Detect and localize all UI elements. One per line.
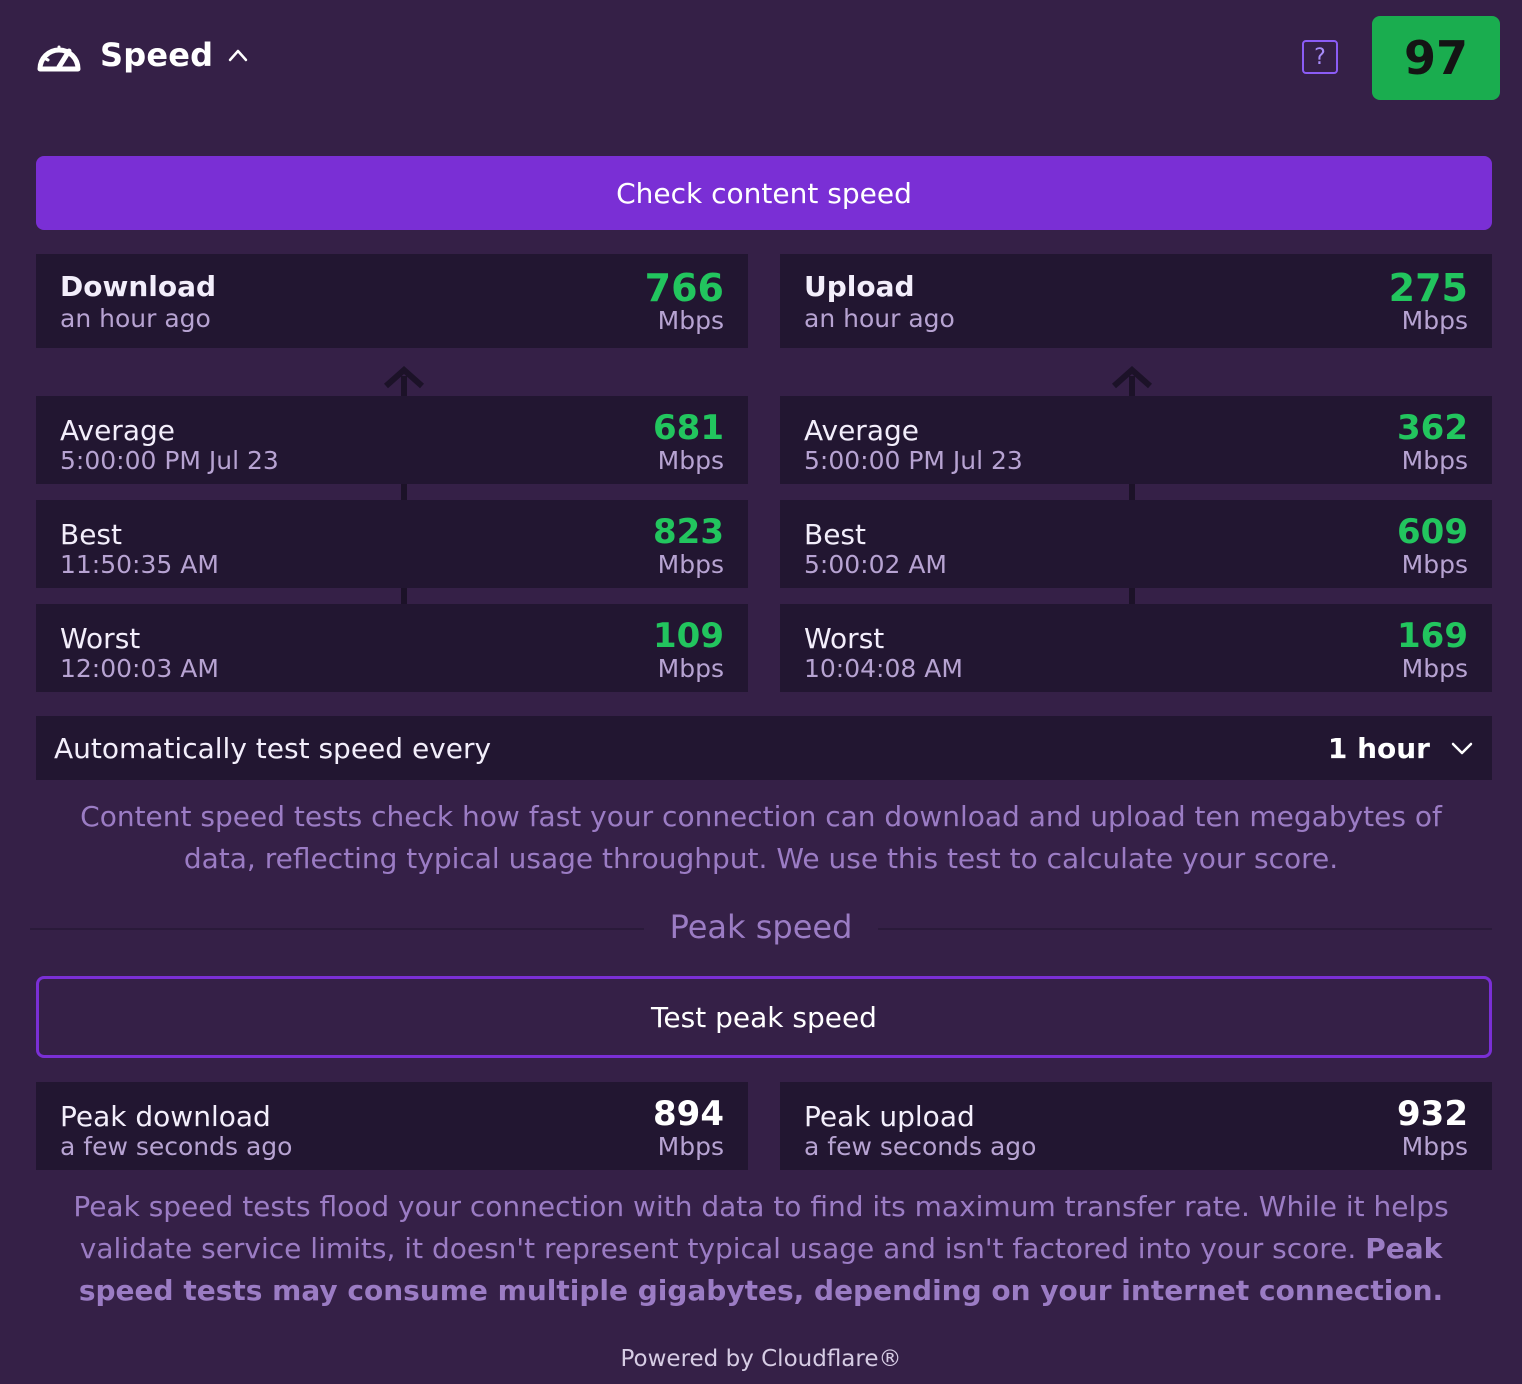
stat-value: 823 (653, 512, 724, 552)
peak-speed-heading: Peak speed (0, 908, 1522, 946)
stat-unit: Mbps (1401, 1132, 1468, 1161)
stat-value: 362 (1397, 408, 1468, 448)
upload-card: Upload an hour ago 275 Mbps (780, 254, 1492, 348)
auto-test-row: Automatically test speed every 1 hour (36, 716, 1492, 780)
stat-label: Best (60, 518, 123, 551)
upload-time: an hour ago (804, 304, 955, 333)
arrow-up-icon (1112, 365, 1152, 389)
help-icon[interactable]: ? (1302, 40, 1338, 74)
test-peak-speed-button[interactable]: Test peak speed (36, 976, 1492, 1058)
stat-time: 11:50:35 AM (60, 550, 219, 579)
stat-value: 609 (1397, 512, 1468, 552)
footer-powered-by: Powered by Cloudflare® (620, 1346, 902, 1372)
stat-unit: Mbps (657, 1132, 724, 1161)
download-best-card: Best 11:50:35 AM 823 Mbps (36, 500, 748, 588)
stat-label: Best (804, 518, 867, 551)
download-value: 766 (644, 266, 724, 310)
download-card: Download an hour ago 766 Mbps (36, 254, 748, 348)
stat-label: Peak download (60, 1100, 271, 1133)
stat-time: 5:00:02 AM (804, 550, 947, 579)
stat-unit: Mbps (657, 446, 724, 475)
arrow-up-icon (384, 365, 424, 389)
auto-test-interval-select[interactable]: 1 hour (1328, 732, 1474, 765)
check-content-speed-button[interactable]: Check content speed (36, 156, 1492, 230)
stat-unit: Mbps (657, 550, 724, 579)
stat-label: Worst (60, 622, 141, 655)
stat-value: 169 (1397, 616, 1468, 656)
stat-time: a few seconds ago (804, 1132, 1037, 1161)
panel-title: Speed (100, 36, 214, 74)
stat-value: 109 (653, 616, 724, 656)
stat-value: 932 (1397, 1094, 1468, 1134)
stat-label: Peak upload (804, 1100, 975, 1133)
download-average-card: Average 5:00:00 PM Jul 23 681 Mbps (36, 396, 748, 484)
download-time: an hour ago (60, 304, 211, 333)
upload-average-card: Average 5:00:00 PM Jul 23 362 Mbps (780, 396, 1492, 484)
auto-test-interval-value: 1 hour (1327, 731, 1430, 765)
chevron-down-icon (1451, 742, 1473, 755)
peak-speed-description: Peak speed tests flood your connection w… (30, 1186, 1492, 1312)
score-badge: 97 (1372, 16, 1500, 100)
stat-unit: Mbps (657, 654, 724, 683)
stat-unit: Mbps (1401, 550, 1468, 579)
upload-value: 275 (1388, 266, 1468, 310)
chevron-up-icon[interactable] (227, 47, 249, 63)
stat-label: Worst (804, 622, 885, 655)
auto-test-label: Automatically test speed every (54, 731, 492, 765)
stat-value: 681 (653, 408, 724, 448)
download-unit: Mbps (657, 306, 724, 335)
stat-time: a few seconds ago (60, 1132, 293, 1161)
download-label: Download (60, 270, 217, 303)
speed-panel: Speed ? 97 Check content speed Download … (0, 0, 1522, 1384)
stat-time: 5:00:00 PM Jul 23 (60, 446, 279, 475)
stat-time: 10:04:08 AM (804, 654, 963, 683)
content-speed-description: Content speed tests check how fast your … (80, 800, 1442, 875)
upload-worst-card: Worst 10:04:08 AM 169 Mbps (780, 604, 1492, 692)
stat-label: Average (804, 414, 919, 447)
panel-header[interactable]: Speed (36, 30, 249, 80)
stat-unit: Mbps (1401, 446, 1468, 475)
peak-upload-card: Peak upload a few seconds ago 932 Mbps (780, 1082, 1492, 1170)
upload-best-card: Best 5:00:02 AM 609 Mbps (780, 500, 1492, 588)
upload-label: Upload (804, 270, 915, 303)
stat-time: 5:00:00 PM Jul 23 (804, 446, 1023, 475)
stat-time: 12:00:03 AM (60, 654, 219, 683)
stat-unit: Mbps (1401, 654, 1468, 683)
download-worst-card: Worst 12:00:03 AM 109 Mbps (36, 604, 748, 692)
stat-value: 894 (653, 1094, 724, 1134)
upload-unit: Mbps (1401, 306, 1468, 335)
stat-label: Average (60, 414, 175, 447)
peak-download-card: Peak download a few seconds ago 894 Mbps (36, 1082, 748, 1170)
speedometer-icon (37, 45, 81, 72)
peak-desc-text: Peak speed tests flood your connection w… (73, 1190, 1449, 1265)
